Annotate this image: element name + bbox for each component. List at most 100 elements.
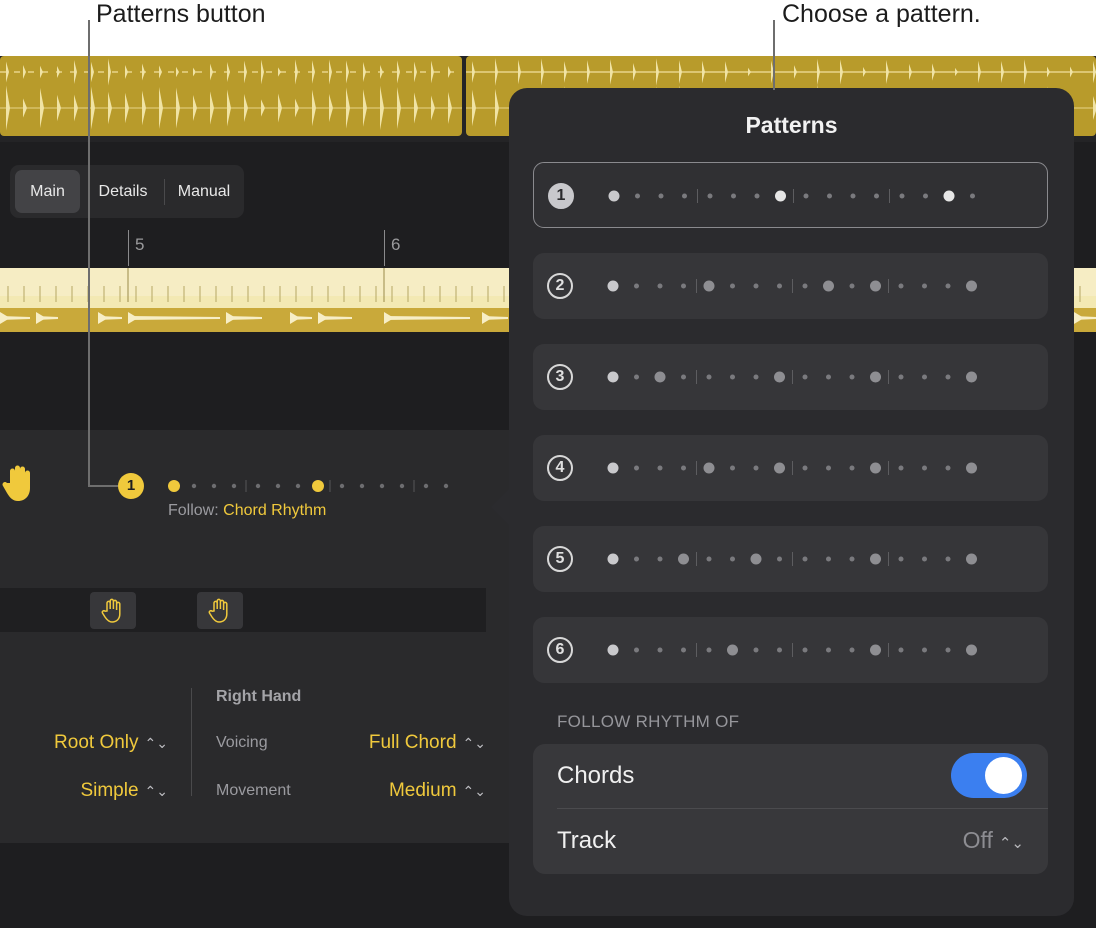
waveform-transient [414, 92, 418, 124]
pattern-rest-dot [826, 374, 831, 380]
waveform-transient [397, 60, 400, 84]
popover-title: Patterns [745, 112, 838, 138]
chevron-updown-icon: ⌃⌄ [998, 835, 1024, 852]
patterns-button[interactable]: 1 [118, 473, 144, 499]
pattern-rest-dot [874, 193, 879, 199]
tab-manual[interactable]: Manual [170, 170, 238, 213]
waveform-transient [244, 94, 248, 122]
tab-main[interactable]: Main [15, 170, 80, 213]
waveform-transient [329, 59, 332, 85]
tab-separator [164, 179, 165, 205]
pattern-hit-dot [966, 280, 977, 292]
pattern-hit-dot [966, 553, 977, 565]
follow-rhythm-status: Follow: Chord Rhythm [168, 502, 326, 520]
pattern-option-2[interactable]: 2 [533, 253, 1048, 319]
track-select[interactable]: Off ⌃⌄ [963, 827, 1024, 854]
pattern-rest-dot [945, 465, 951, 471]
waveform-transient [176, 66, 179, 78]
waveform-transient [1024, 59, 1027, 85]
pattern-rest-dot [777, 283, 782, 289]
waveform-transient [748, 67, 751, 77]
pattern-hit-dot [823, 280, 834, 292]
pattern-rest-dot [634, 556, 639, 562]
right-voicing-select[interactable]: Full Chord ⌃⌄ [369, 732, 486, 754]
pattern-dots [607, 279, 977, 293]
pattern-option-6[interactable]: 6 [533, 617, 1048, 683]
pattern-rest-dot [634, 647, 639, 653]
pattern-option-5[interactable]: 5 [533, 526, 1048, 592]
pattern-rest-dot [753, 283, 759, 289]
pattern-option-1[interactable]: 1 [533, 162, 1048, 228]
pattern-rest-dot [706, 556, 712, 562]
waveform-transient [125, 65, 128, 79]
waveform-transient [633, 63, 636, 81]
hand-marker-button-2[interactable] [197, 592, 243, 629]
hand-icon[interactable] [2, 463, 36, 508]
pattern-hit-dot [703, 280, 715, 292]
waveform-transient [679, 60, 682, 84]
follow-value[interactable]: Chord Rhythm [223, 502, 326, 519]
pattern-rest-dot [827, 193, 832, 199]
waveform-transient [125, 92, 129, 124]
waveform-transient [587, 60, 590, 84]
waveform-transient [210, 63, 213, 81]
waveform-transient [295, 98, 299, 118]
chords-toggle[interactable] [951, 753, 1027, 798]
callout-line-patterns [88, 20, 90, 486]
chevron-updown-icon: ⌃⌄ [462, 735, 486, 751]
waveform-transient [142, 90, 146, 126]
pattern-rest-dot [730, 374, 735, 380]
left-voicing-select[interactable]: Root Only ⌃⌄ [54, 732, 168, 754]
waveform-transient [1047, 66, 1050, 78]
pattern-rest-dot [706, 374, 712, 380]
pattern-rest-dot [802, 283, 808, 289]
pattern-rest-dot [802, 465, 808, 471]
pattern-rest-dot [730, 465, 735, 471]
pattern-rest-dot [754, 193, 760, 199]
pattern-rest-dot [922, 283, 927, 289]
editor-tab-bar: Main Details Manual [10, 165, 244, 218]
pattern-option-4[interactable]: 4 [533, 435, 1048, 501]
callout-choose-pattern: Choose a pattern. [782, 0, 981, 28]
waveform-transient [74, 59, 77, 85]
pattern-hit-dot [870, 553, 881, 565]
waveform-transient [863, 66, 866, 78]
pattern-hit-dot [966, 462, 977, 474]
patterns-popover: Patterns 1 2 3 4 5 6 FOLLOW RHYTHM OF Chords … [509, 88, 1074, 916]
pattern-rest-dot [899, 193, 905, 199]
pattern-option-3[interactable]: 3 [533, 344, 1048, 410]
pattern-hit-dot [312, 480, 324, 492]
pattern-hit-dot [607, 462, 619, 474]
right-movement-select[interactable]: Medium ⌃⌄ [389, 780, 486, 802]
track-label: Track [557, 827, 617, 854]
pattern-rest-dot [275, 483, 281, 489]
pattern-rest-dot [777, 556, 782, 562]
follow-rhythm-card: Chords Track Off ⌃⌄ [533, 744, 1048, 874]
current-pattern-preview [168, 480, 449, 492]
waveform-transient [541, 58, 544, 86]
pattern-dots [607, 643, 977, 657]
pattern-rest-dot [802, 374, 808, 380]
pattern-number-badge: 2 [547, 273, 573, 299]
waveform-transient [261, 59, 264, 85]
waveform-transient [725, 61, 728, 83]
chevron-updown-icon: ⌃⌄ [144, 783, 168, 799]
pattern-rest-dot [945, 283, 951, 289]
audio-region-left[interactable] [0, 56, 462, 136]
pattern-rest-dot [923, 193, 928, 199]
callout-patterns-button: Patterns button [96, 0, 266, 28]
left-movement-select[interactable]: Simple ⌃⌄ [80, 780, 168, 802]
hand-marker-button-1[interactable] [90, 592, 136, 629]
waveform-transient [1001, 60, 1004, 84]
waveform-transient [312, 89, 316, 127]
pattern-rest-dot [339, 483, 345, 489]
pattern-hit-dot [654, 371, 666, 383]
tab-details[interactable]: Details [88, 170, 158, 213]
pattern-rest-dot [826, 647, 831, 653]
waveform-transient [431, 60, 434, 84]
waveform-transient [108, 91, 112, 125]
ruler-bar-6: 6 [391, 235, 401, 254]
pattern-dots [607, 370, 977, 384]
chords-label: Chords [557, 762, 635, 789]
toggle-knob [985, 757, 1022, 794]
